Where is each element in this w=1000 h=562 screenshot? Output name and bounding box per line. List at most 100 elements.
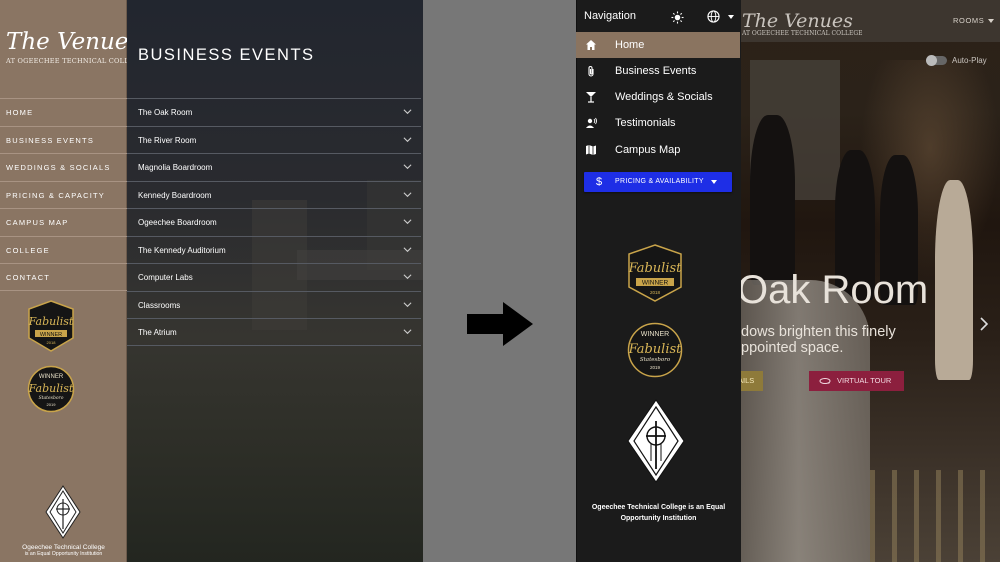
brand-subtitle: AT OGEECHEE TECHNICAL COLLEGE <box>742 30 863 37</box>
accordion-label: The Oak Room <box>138 108 193 117</box>
room-accordion: The Oak Room The River Room Magnolia Boa… <box>127 98 421 346</box>
pricing-availability-button[interactable]: PRICING & AVAILABILITY <box>584 172 732 192</box>
chevron-down-icon <box>403 246 412 252</box>
autoplay-label: Auto-Play <box>952 56 987 65</box>
old-content-area: BUSINESS EVENTS The Oak Room The River R… <box>127 0 423 562</box>
nav-item-pricing-capacity[interactable]: PRICING & CAPACITY <box>0 180 127 209</box>
cocktail-icon <box>586 92 596 103</box>
drawer-item-campus-map[interactable]: Campus Map <box>576 137 740 163</box>
chevron-down-icon <box>403 329 412 335</box>
badge-winner-text: WINNER <box>40 332 62 338</box>
otc-diamond-logo <box>45 485 81 539</box>
old-design-panel: The Venues AT OGEECHEE TECHNICAL COLLEGE… <box>0 0 423 562</box>
accordion-item[interactable]: Ogeechee Boardroom <box>127 208 421 236</box>
badge-fabulist-text: Fabulist <box>28 315 74 328</box>
caret-down-icon <box>988 19 994 23</box>
caret-down-icon <box>711 180 717 184</box>
badge-year-text: 2018 <box>650 290 661 295</box>
person-voice-icon <box>586 117 597 128</box>
hero-photo-groom <box>750 115 795 285</box>
globe-icon[interactable] <box>707 10 720 23</box>
footer-line-1: Ogeechee Technical College is an Equal <box>591 504 726 511</box>
drawer-item-weddings-socials[interactable]: Weddings & Socials <box>576 84 740 110</box>
nav-item-weddings-socials[interactable]: WEDDINGS & SOCIALS <box>0 153 127 181</box>
brand-logo[interactable]: The Venues <box>742 10 853 32</box>
nav-item-business-events[interactable]: BUSINESS EVENTS <box>0 125 127 154</box>
chevron-down-icon <box>403 274 412 280</box>
nav-item-college[interactable]: COLLEGE <box>0 235 127 264</box>
map-icon <box>586 145 596 155</box>
dollar-icon: $ <box>596 176 603 188</box>
accordion-label: The River Room <box>138 135 197 145</box>
footer-line-2: Opportunity Institution <box>620 515 697 522</box>
accordion-item[interactable]: The River Room <box>127 125 421 154</box>
accordion-item[interactable]: The Oak Room <box>127 98 421 126</box>
hero-photo-chairs <box>870 470 1000 562</box>
nav-item-home[interactable]: HOME <box>0 98 127 126</box>
sun-icon[interactable] <box>671 11 684 24</box>
accordion-label: The Kennedy Auditorium <box>138 245 226 255</box>
drawer-footer-text: Ogeechee Technical College is an Equal O… <box>576 502 741 524</box>
accordion-label: Computer Labs <box>138 273 193 282</box>
accordion-item[interactable]: Kennedy Boardroom <box>127 180 421 209</box>
chevron-down-icon <box>403 219 412 225</box>
chevron-down-icon <box>403 191 412 197</box>
badge-fabulist-text: Fabulist <box>28 382 74 395</box>
autoplay-toggle-knob[interactable] <box>926 55 937 66</box>
accordion-label: Ogeechee Boardroom <box>138 218 217 227</box>
chevron-down-icon <box>403 164 412 170</box>
footer-line-2: is an Equal Opportunity Institution <box>24 551 103 557</box>
badge-winner-text: WINNER <box>39 374 64 380</box>
hero-subtitle-line-2: ppointed space. <box>741 340 844 356</box>
hero-title: Oak Room <box>737 268 929 312</box>
hero-photo-bridesmaid <box>935 180 973 380</box>
accordion-label: The Atrium <box>138 328 177 337</box>
brand-subtitle: AT OGEECHEE TECHNICAL COLLEGE <box>6 57 145 65</box>
badge-place-text: Statesboro <box>640 357 671 363</box>
caret-down-icon <box>728 15 734 19</box>
chevron-down-icon <box>403 136 412 142</box>
accordion-label: Classrooms <box>138 300 181 310</box>
chevron-down-icon <box>403 301 412 307</box>
accordion-label: Magnolia Boardroom <box>138 163 213 172</box>
badge-year-text: 2019 <box>650 365 661 370</box>
chevron-right-icon[interactable] <box>978 317 990 331</box>
fabulist-winner-2018-badge: Fabulist WINNER 2018 <box>28 300 74 352</box>
fabulist-winner-2018-badge: Fabulist WINNER 2018 <box>628 244 683 302</box>
accordion-item[interactable]: Classrooms <box>127 290 421 319</box>
fabulist-winner-2019-badge: WINNER Fabulist Statesboro 2019 <box>628 322 683 378</box>
comparison-stage: The Venues AT OGEECHEE TECHNICAL COLLEGE… <box>0 0 1000 562</box>
accordion-label: Kennedy Boardroom <box>138 190 212 200</box>
tour-360-icon <box>819 378 831 384</box>
accordion-item[interactable]: Computer Labs <box>127 263 421 291</box>
footer-line-1: Ogeechee Technical College <box>22 544 105 551</box>
rooms-menu[interactable]: ROOMS <box>953 16 984 25</box>
nav-item-campus-map[interactable]: CAMPUS MAP <box>0 208 127 236</box>
badge-year-text: 2018 <box>47 340 57 345</box>
badge-winner-text: WINNER <box>642 280 669 287</box>
accordion-item[interactable]: The Atrium <box>127 318 421 346</box>
badge-fabulist-text: Fabulist <box>628 261 683 276</box>
right-arrow-icon <box>467 302 533 346</box>
home-icon <box>586 40 596 50</box>
accordion-item[interactable]: The Kennedy Auditorium <box>127 235 421 264</box>
brand-logo[interactable]: The Venues <box>6 30 140 54</box>
old-sidebar: The Venues AT OGEECHEE TECHNICAL COLLEGE… <box>0 0 145 562</box>
paperclip-icon <box>588 66 594 77</box>
badge-fabulist-text: Fabulist <box>628 342 683 357</box>
otc-diamond-logo <box>627 399 685 483</box>
old-footer-text: Ogeechee Technical College is an Equal O… <box>0 544 127 558</box>
drawer-item-home[interactable]: Home <box>576 32 740 58</box>
hero-subtitle-line-1: dows brighten this finely <box>741 324 896 340</box>
fabulist-winner-2019-badge: WINNER Fabulist Statesboro 2019 <box>28 365 75 413</box>
accordion-item[interactable]: Magnolia Boardroom <box>127 153 421 181</box>
drawer-item-testimonials[interactable]: Testimonials <box>576 110 740 136</box>
badge-winner-text: WINNER <box>641 331 669 338</box>
drawer-item-business-events[interactable]: Business Events <box>576 58 740 84</box>
chevron-down-icon <box>403 109 412 115</box>
nav-item-contact[interactable]: CONTACT <box>0 263 127 291</box>
badge-year-text: 2019 <box>47 402 57 407</box>
badge-place-text: Statesboro <box>39 395 64 401</box>
drawer-title: Navigation <box>584 10 636 22</box>
page-title: BUSINESS EVENTS <box>138 46 315 64</box>
